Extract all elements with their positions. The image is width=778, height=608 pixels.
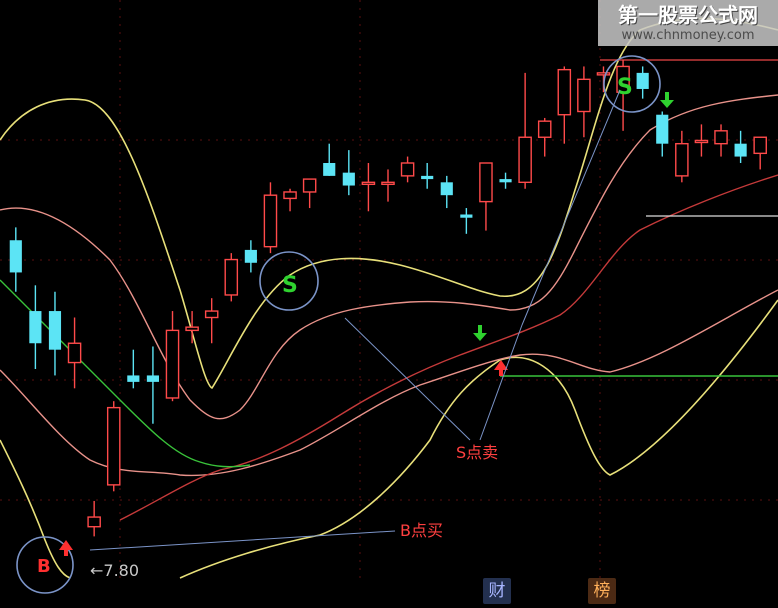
candle <box>204 298 219 344</box>
candle-body <box>87 516 101 528</box>
watermark-title: 第一股票公式网 <box>618 3 758 27</box>
candle <box>224 253 239 302</box>
band-inner <box>119 174 778 521</box>
candle-body <box>224 258 239 296</box>
band-outer-upper <box>0 17 778 390</box>
s-signal-mark-1: S <box>282 273 298 298</box>
candle-body <box>361 181 376 186</box>
b-signal-mark: B <box>37 556 51 577</box>
bollinger-candlestick-chart: S S B S点卖 B点买 ←7.80 <box>0 0 778 594</box>
candle-body <box>636 72 649 89</box>
candle <box>165 311 180 402</box>
candle-body <box>381 181 395 186</box>
sell-arrow-icon <box>473 325 487 341</box>
candle <box>499 172 512 189</box>
candle-body <box>694 139 709 144</box>
candle-body <box>204 310 219 319</box>
candle <box>479 162 493 231</box>
buy-pointer-line <box>89 530 396 551</box>
candle <box>440 175 453 209</box>
candle-body <box>127 375 140 382</box>
candle <box>734 130 747 163</box>
bollinger-bands <box>0 17 778 579</box>
candle <box>146 346 159 424</box>
candle <box>753 136 767 170</box>
tab-finance[interactable]: 财 <box>483 578 511 604</box>
candle <box>29 285 42 369</box>
candle <box>381 169 395 202</box>
candle-body <box>753 136 767 155</box>
candle-body <box>146 375 159 382</box>
candle <box>283 188 297 212</box>
chart-grid <box>0 0 778 578</box>
candle <box>460 208 473 234</box>
sell-pointer-line <box>344 317 471 441</box>
candle <box>694 124 709 157</box>
candle-body <box>263 194 278 248</box>
candles-layer <box>9 60 767 537</box>
candle-body <box>283 191 297 200</box>
candle-body <box>577 78 591 113</box>
candle-body <box>9 240 22 273</box>
tab-ranking[interactable]: 榜 <box>588 578 616 604</box>
candle <box>557 66 572 144</box>
candle <box>342 150 355 196</box>
candle-body <box>479 162 493 203</box>
candle-body <box>537 120 552 138</box>
candle <box>675 130 689 183</box>
candle-body <box>165 329 180 399</box>
candle <box>636 66 649 99</box>
candle <box>421 163 434 189</box>
candle <box>48 291 62 376</box>
candle <box>9 227 22 292</box>
signal-markers: S S B S点卖 B点买 ←7.80 <box>16 55 674 594</box>
candle <box>577 66 591 138</box>
candle <box>244 240 257 273</box>
sell-label: S点卖 <box>456 443 498 462</box>
candle-body <box>421 175 434 180</box>
candle <box>537 117 552 157</box>
sell-pointer-line <box>521 89 621 326</box>
candle-body <box>557 68 572 116</box>
candle-body <box>714 130 728 145</box>
candle-body <box>518 136 532 184</box>
candle <box>656 111 669 157</box>
sell-pointer-line <box>479 324 523 441</box>
candle <box>302 178 317 209</box>
candle-body <box>440 182 453 196</box>
candle-body <box>106 406 121 486</box>
watermark-url: www.chnmoney.com <box>621 28 755 43</box>
candle-body <box>656 114 669 144</box>
candle <box>714 124 728 157</box>
candle <box>323 143 336 176</box>
candle <box>400 156 415 183</box>
sell-arrow-icon <box>660 92 674 108</box>
candle-body <box>67 342 82 364</box>
candle-body <box>48 311 62 350</box>
candle-body <box>400 162 415 177</box>
candle-body <box>323 163 336 176</box>
candle-body <box>460 214 473 218</box>
candle <box>518 72 532 189</box>
candle <box>106 401 121 492</box>
candle-body <box>342 172 355 186</box>
candle <box>87 500 101 537</box>
candle-body <box>675 142 689 177</box>
candle <box>127 349 140 389</box>
s-signal-mark-2: S <box>617 75 633 100</box>
candle-body <box>596 72 611 76</box>
candle-body <box>185 326 199 332</box>
candle-body <box>244 249 257 263</box>
watermark-banner: 第一股票公式网 www.chnmoney.com <box>598 0 778 46</box>
candle-body <box>734 143 747 157</box>
buy-label: B点买 <box>400 521 443 540</box>
low-price-label: ←7.80 <box>90 561 139 580</box>
candle <box>361 163 376 212</box>
candle <box>67 317 82 389</box>
candle-body <box>29 311 42 344</box>
candle-body <box>302 178 317 193</box>
candle <box>263 182 278 254</box>
candle-body <box>499 179 512 183</box>
